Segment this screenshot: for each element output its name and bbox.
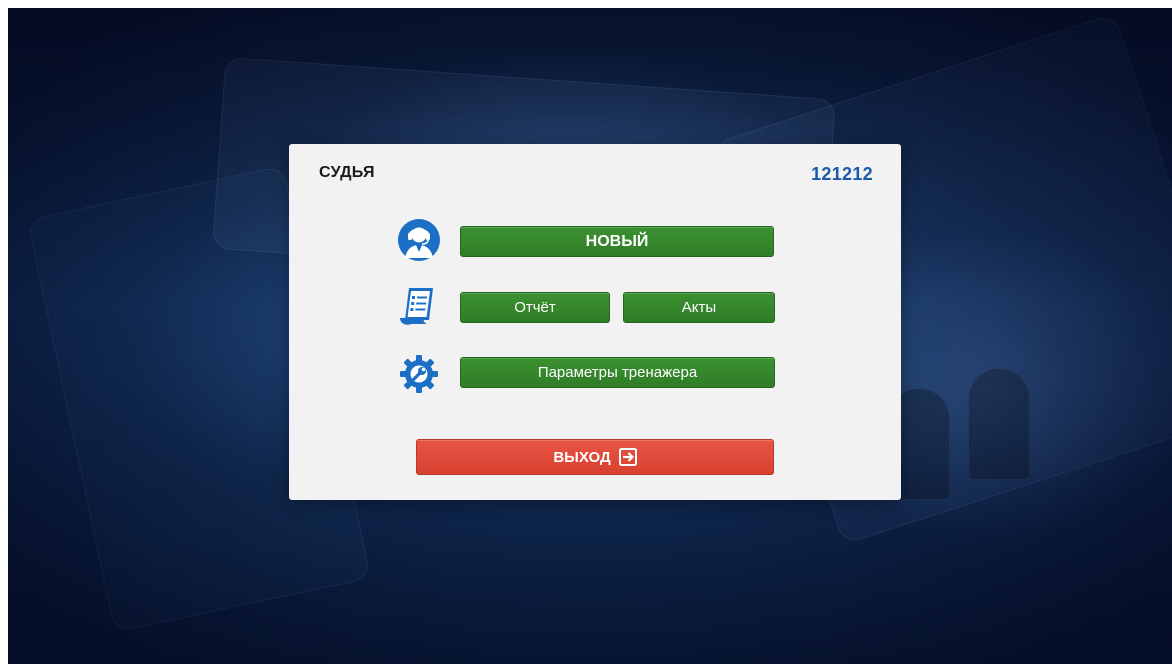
dialog-title: СУДЬЯ — [319, 164, 375, 181]
new-button[interactable]: НОВЫЙ — [460, 226, 774, 257]
acts-button[interactable]: Акты — [623, 292, 775, 323]
document-list-icon — [397, 284, 441, 328]
exit-button-label: ВЫХОД — [553, 448, 611, 466]
operator-headset-icon — [397, 218, 441, 262]
gear-wrench-icon — [397, 352, 441, 396]
user-id: 121212 — [811, 164, 873, 184]
report-button[interactable]: Отчёт — [460, 292, 610, 323]
exit-button[interactable]: ВЫХОД — [416, 439, 774, 475]
main-menu-dialog: СУДЬЯ 121212 НОВЫЙ Отчёт Акты Параметры … — [289, 144, 901, 500]
simulator-settings-button[interactable]: Параметры тренажера — [460, 357, 775, 388]
exit-arrow-icon — [618, 448, 637, 466]
